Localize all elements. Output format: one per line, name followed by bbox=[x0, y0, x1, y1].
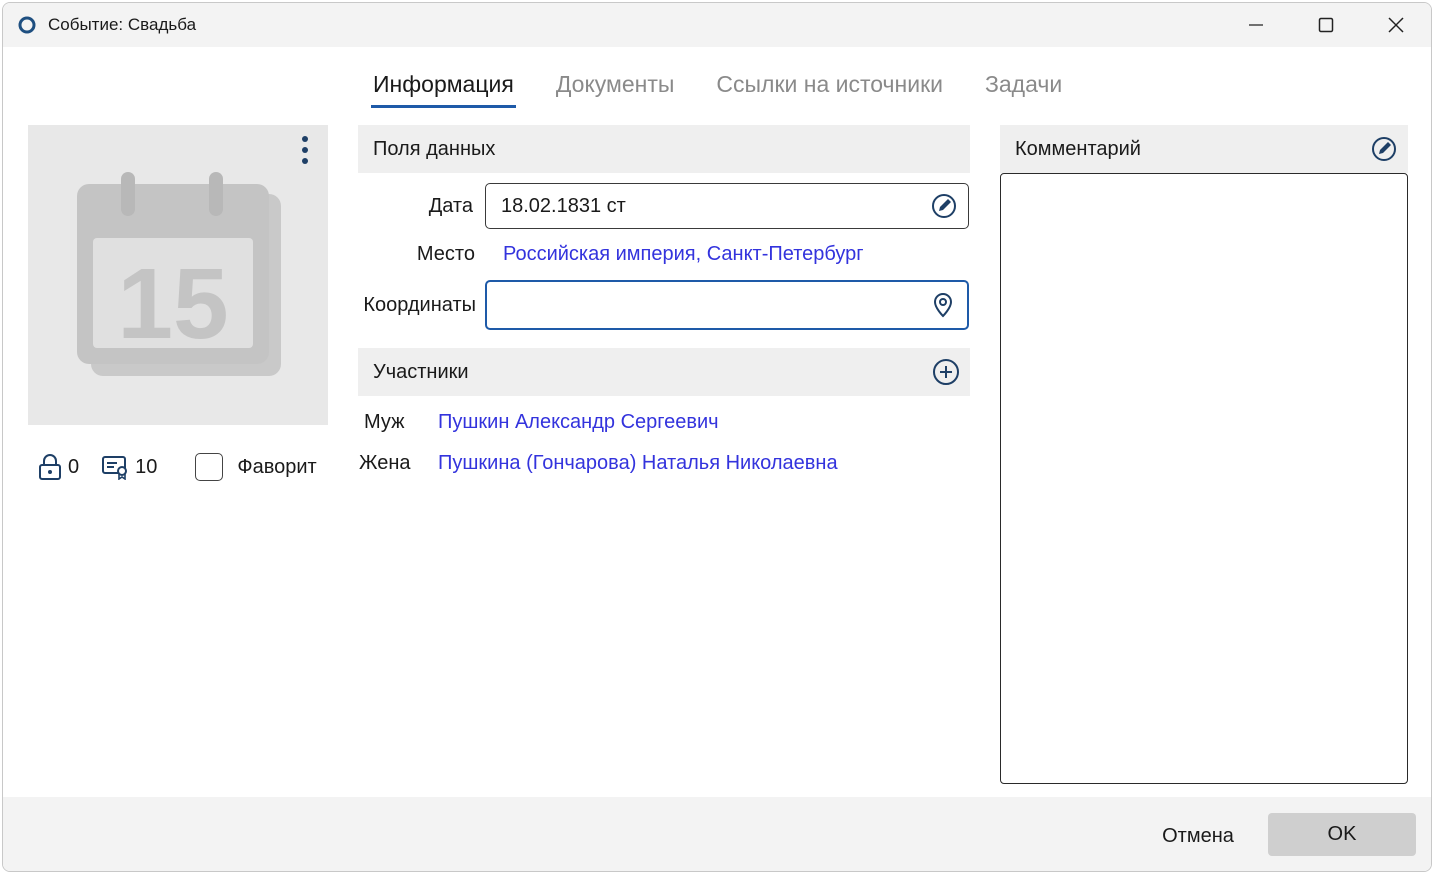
map-pin-icon[interactable] bbox=[929, 291, 957, 319]
certificate-icon bbox=[102, 456, 128, 480]
date-label: Дата bbox=[428, 195, 473, 217]
data-fields-header: Поля данных bbox=[358, 125, 970, 173]
minimize-button[interactable] bbox=[1221, 3, 1291, 47]
add-participant-icon[interactable] bbox=[932, 358, 960, 386]
calendar-icon: 15 bbox=[77, 172, 281, 376]
window-title: Событие: Свадьба bbox=[48, 15, 197, 34]
comment-header: Комментарий bbox=[1000, 125, 1408, 173]
event-dialog: Событие: Свадьба Информация Документы Сс… bbox=[2, 2, 1432, 872]
lock-icon bbox=[39, 454, 61, 480]
data-fields-title: Поля данных bbox=[373, 137, 496, 160]
edit-icon[interactable] bbox=[930, 192, 958, 220]
favorite-control[interactable]: Фаворит bbox=[195, 453, 317, 481]
participant-role: Муж bbox=[364, 411, 405, 433]
title-bar[interactable]: Событие: Свадьба bbox=[3, 3, 1431, 47]
maximize-icon bbox=[1318, 17, 1334, 33]
tab-information[interactable]: Информация bbox=[371, 71, 516, 108]
close-icon bbox=[1388, 17, 1404, 33]
comment-textarea[interactable] bbox=[1000, 173, 1408, 784]
app-logo-icon bbox=[18, 16, 36, 34]
maximize-button[interactable] bbox=[1291, 3, 1361, 47]
participant-link-husband[interactable]: Пушкин Александр Сергеевич bbox=[438, 411, 719, 434]
ok-button[interactable]: OK bbox=[1268, 813, 1416, 856]
participants-title: Участники bbox=[373, 360, 469, 383]
private-count: 0 bbox=[68, 455, 80, 478]
favorite-checkbox[interactable] bbox=[195, 453, 224, 481]
close-button[interactable] bbox=[1361, 3, 1431, 47]
sources-count: 10 bbox=[135, 455, 158, 478]
participant-link-wife[interactable]: Пушкина (Гончарова) Наталья Николаевна bbox=[438, 452, 838, 475]
coordinates-label: Координаты bbox=[363, 294, 476, 316]
private-stat: 0 bbox=[38, 453, 79, 481]
participants-header: Участники bbox=[358, 348, 970, 396]
edit-comment-icon[interactable] bbox=[1370, 135, 1398, 163]
tab-tasks[interactable]: Задачи bbox=[983, 71, 1064, 108]
minimize-icon bbox=[1249, 24, 1263, 26]
coordinates-input[interactable] bbox=[485, 280, 969, 330]
date-field[interactable]: 18.02.1831 ст bbox=[485, 183, 969, 229]
favorite-label[interactable]: Фаворит bbox=[237, 456, 316, 479]
more-options-icon[interactable] bbox=[300, 135, 310, 165]
sources-stat: 10 bbox=[101, 454, 157, 480]
participant-role: Жена bbox=[359, 452, 411, 474]
date-value[interactable]: 18.02.1831 ст bbox=[501, 195, 626, 218]
place-link[interactable]: Российская империя, Санкт-Петербург bbox=[503, 243, 864, 266]
calendar-day-number: 15 bbox=[117, 248, 228, 360]
tab-documents[interactable]: Документы bbox=[554, 71, 677, 108]
place-label: Место bbox=[416, 243, 475, 265]
comment-title: Комментарий bbox=[1015, 137, 1141, 160]
tab-bar: Информация Документы Ссылки на источники… bbox=[371, 71, 1102, 108]
cancel-button[interactable]: Отмена bbox=[1133, 815, 1263, 857]
event-image-panel[interactable]: 15 bbox=[28, 125, 328, 425]
tab-source-links[interactable]: Ссылки на источники bbox=[714, 71, 945, 108]
record-stats: 0 10 Фаворит bbox=[38, 453, 317, 481]
